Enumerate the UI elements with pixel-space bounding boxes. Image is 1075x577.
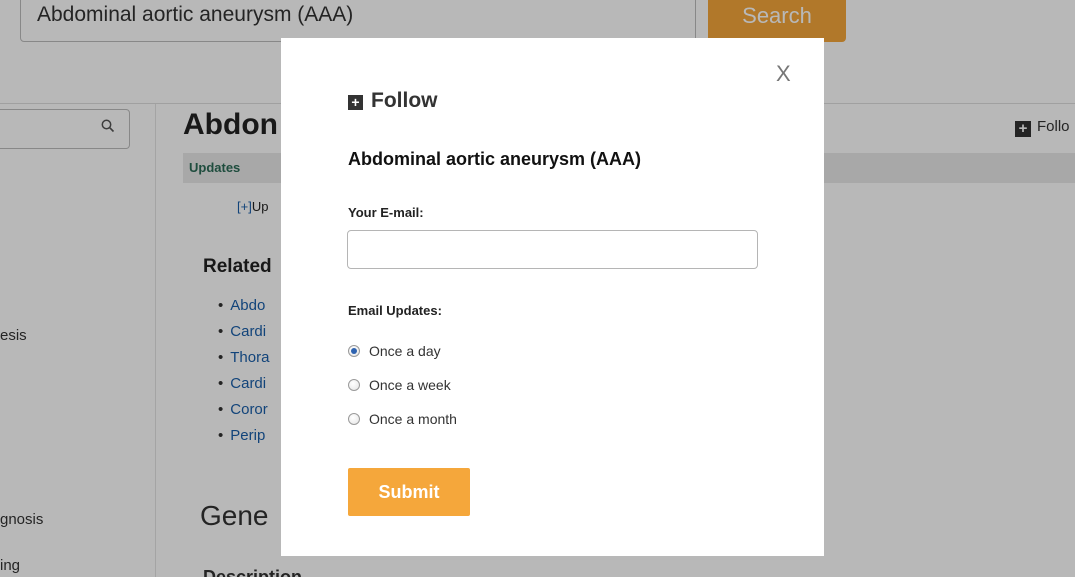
- follow-modal: X + Follow Abdominal aortic aneurysm (AAA…: [281, 38, 824, 556]
- radio-once-a-week[interactable]: Once a week: [348, 375, 451, 395]
- radio-button[interactable]: [348, 345, 360, 357]
- radio-label: Once a week: [369, 377, 451, 393]
- radio-button[interactable]: [348, 379, 360, 391]
- close-button[interactable]: X: [776, 61, 791, 87]
- radio-once-a-day[interactable]: Once a day: [348, 341, 441, 361]
- radio-label: Once a month: [369, 411, 457, 427]
- radio-button[interactable]: [348, 413, 360, 425]
- modal-title: + Follow: [348, 89, 438, 113]
- email-field[interactable]: [347, 230, 758, 269]
- plus-icon: +: [348, 95, 363, 110]
- submit-button[interactable]: Submit: [348, 468, 470, 516]
- modal-title-label: Follow: [371, 89, 438, 112]
- email-label: Your E-mail:: [348, 205, 424, 220]
- topic-name: Abdominal aortic aneurysm (AAA): [348, 149, 642, 169]
- radio-label: Once a day: [369, 343, 441, 359]
- radio-once-a-month[interactable]: Once a month: [348, 409, 457, 429]
- email-updates-label: Email Updates:: [348, 303, 442, 318]
